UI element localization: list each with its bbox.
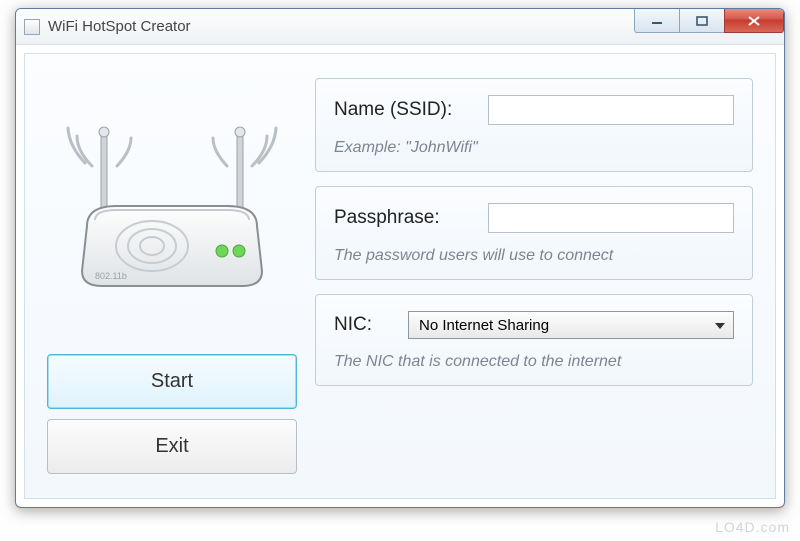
nic-select[interactable]: No Internet Sharing	[408, 311, 734, 339]
close-icon	[747, 15, 761, 27]
right-column: Name (SSID): Example: "JohnWifi" Passphr…	[315, 78, 753, 474]
ssid-input[interactable]	[488, 95, 734, 125]
app-icon	[24, 19, 40, 35]
passphrase-label: Passphrase:	[334, 207, 474, 229]
maximize-button[interactable]	[679, 9, 725, 33]
exit-button-label: Exit	[155, 435, 188, 458]
svg-text:802.11b: 802.11b	[95, 271, 127, 281]
titlebar: WiFi HotSpot Creator	[16, 9, 784, 45]
ssid-group: Name (SSID): Example: "JohnWifi"	[315, 78, 753, 172]
passphrase-hint: The password users will use to connect	[334, 247, 734, 265]
minimize-icon	[651, 16, 663, 26]
left-column: 802.11b Start Exit	[47, 78, 297, 474]
nic-label: NIC:	[334, 314, 394, 336]
window-title: WiFi HotSpot Creator	[48, 18, 191, 35]
passphrase-input[interactable]	[488, 203, 734, 233]
maximize-icon	[696, 16, 708, 26]
passphrase-group: Passphrase: The password users will use …	[315, 186, 753, 280]
client-area: 802.11b Start Exit Name (SSID): Example:…	[24, 53, 776, 499]
nic-select-value: No Internet Sharing	[419, 317, 549, 334]
ssid-hint: Example: "JohnWifi"	[334, 139, 734, 157]
watermark: LO4D.com	[715, 519, 790, 535]
nic-group: NIC: No Internet Sharing The NIC that is…	[315, 294, 753, 386]
ssid-label: Name (SSID):	[334, 99, 474, 121]
start-button[interactable]: Start	[47, 354, 297, 409]
close-button[interactable]	[724, 9, 784, 33]
window-controls	[635, 9, 784, 33]
start-button-label: Start	[151, 370, 193, 393]
app-window: WiFi HotSpot Creator	[15, 8, 785, 508]
minimize-button[interactable]	[634, 9, 680, 33]
router-icon: 802.11b	[57, 96, 287, 306]
nic-hint: The NIC that is connected to the interne…	[334, 353, 734, 371]
router-illustration: 802.11b	[47, 78, 297, 324]
exit-button[interactable]: Exit	[47, 419, 297, 474]
